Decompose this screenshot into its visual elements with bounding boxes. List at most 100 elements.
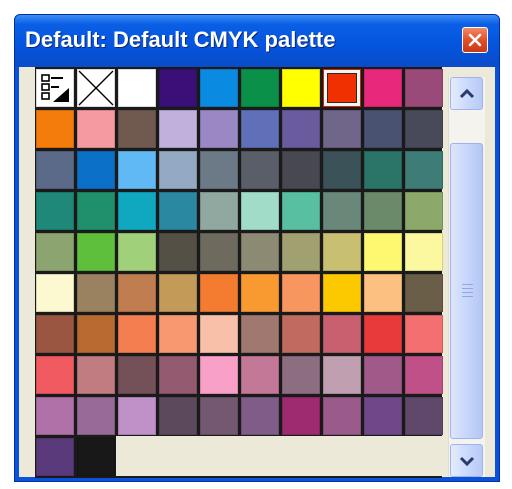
color-swatch[interactable] (405, 315, 443, 353)
color-swatch[interactable] (405, 356, 443, 394)
color-swatch[interactable] (159, 151, 197, 189)
color-swatch[interactable] (77, 274, 115, 312)
color-swatch[interactable] (323, 274, 361, 312)
close-button[interactable] (462, 27, 488, 53)
color-swatch[interactable] (405, 151, 443, 189)
window-title: Default: Default CMYK palette (25, 27, 336, 52)
color-swatch[interactable] (241, 274, 279, 312)
color-swatch[interactable] (364, 69, 402, 107)
color-swatch[interactable] (118, 69, 156, 107)
color-swatch[interactable] (364, 233, 402, 271)
color-swatch[interactable] (36, 192, 74, 230)
color-swatch[interactable] (36, 315, 74, 353)
color-swatch[interactable] (200, 151, 238, 189)
color-swatch[interactable] (282, 192, 320, 230)
color-swatch[interactable] (282, 69, 320, 107)
color-swatch[interactable] (364, 274, 402, 312)
color-swatch[interactable] (241, 356, 279, 394)
color-swatch[interactable] (159, 110, 197, 148)
color-swatch[interactable] (36, 274, 74, 312)
color-swatch[interactable] (323, 233, 361, 271)
color-swatch[interactable] (241, 315, 279, 353)
color-swatch[interactable] (405, 69, 443, 107)
color-swatch[interactable] (241, 151, 279, 189)
color-swatch[interactable] (77, 151, 115, 189)
scroll-thumb[interactable] (450, 143, 483, 439)
color-swatch[interactable] (241, 233, 279, 271)
color-swatch[interactable] (364, 356, 402, 394)
color-swatch[interactable] (323, 110, 361, 148)
color-swatch[interactable] (200, 315, 238, 353)
color-docker-swatch[interactable] (36, 69, 74, 107)
color-swatch[interactable] (36, 438, 74, 476)
color-swatch[interactable] (77, 438, 115, 476)
color-swatch[interactable] (364, 397, 402, 435)
color-swatch[interactable] (200, 110, 238, 148)
color-swatch[interactable] (323, 151, 361, 189)
color-swatch[interactable] (364, 192, 402, 230)
color-swatch[interactable] (159, 233, 197, 271)
color-swatch[interactable] (159, 69, 197, 107)
color-swatch[interactable] (323, 397, 361, 435)
color-swatch[interactable] (77, 356, 115, 394)
color-swatch[interactable] (405, 274, 443, 312)
color-swatch[interactable] (282, 233, 320, 271)
no-color-swatch[interactable] (77, 69, 115, 107)
color-swatch[interactable] (323, 315, 361, 353)
color-swatch[interactable] (118, 151, 156, 189)
color-swatch[interactable] (364, 315, 402, 353)
color-swatch[interactable] (77, 397, 115, 435)
color-swatch[interactable] (405, 233, 443, 271)
color-swatch[interactable] (241, 192, 279, 230)
color-swatch[interactable] (118, 356, 156, 394)
color-swatch[interactable] (36, 233, 74, 271)
color-swatch[interactable] (200, 233, 238, 271)
color-swatch[interactable] (118, 274, 156, 312)
color-swatch[interactable] (282, 151, 320, 189)
color-swatch[interactable] (200, 69, 238, 107)
color-swatch[interactable] (77, 315, 115, 353)
color-swatch[interactable] (200, 356, 238, 394)
color-swatch[interactable] (323, 69, 361, 107)
color-swatch[interactable] (118, 110, 156, 148)
color-swatch[interactable] (159, 192, 197, 230)
color-swatch[interactable] (36, 151, 74, 189)
color-swatch[interactable] (200, 274, 238, 312)
color-swatch[interactable] (36, 110, 74, 148)
scroll-up-button[interactable] (450, 77, 483, 110)
color-swatch[interactable] (159, 274, 197, 312)
palette-window: Default: Default CMYK palette (14, 14, 500, 482)
color-swatch[interactable] (405, 397, 443, 435)
color-swatch[interactable] (36, 397, 74, 435)
vertical-scrollbar[interactable] (448, 77, 485, 477)
color-swatch[interactable] (364, 110, 402, 148)
color-swatch[interactable] (405, 192, 443, 230)
color-swatch[interactable] (323, 192, 361, 230)
color-swatch[interactable] (159, 397, 197, 435)
color-swatch[interactable] (77, 192, 115, 230)
color-swatch[interactable] (405, 110, 443, 148)
color-swatch[interactable] (282, 356, 320, 394)
color-swatch[interactable] (364, 151, 402, 189)
color-swatch[interactable] (241, 69, 279, 107)
color-swatch[interactable] (241, 110, 279, 148)
color-swatch[interactable] (77, 110, 115, 148)
color-swatch[interactable] (118, 397, 156, 435)
color-swatch[interactable] (159, 315, 197, 353)
color-swatch[interactable] (118, 315, 156, 353)
color-swatch[interactable] (159, 356, 197, 394)
color-swatch[interactable] (282, 110, 320, 148)
color-swatch[interactable] (200, 397, 238, 435)
color-swatch[interactable] (241, 397, 279, 435)
color-swatch[interactable] (118, 233, 156, 271)
color-swatch[interactable] (36, 356, 74, 394)
scroll-down-button[interactable] (450, 444, 483, 477)
color-swatch[interactable] (118, 192, 156, 230)
color-swatch[interactable] (282, 274, 320, 312)
color-swatch[interactable] (200, 192, 238, 230)
color-swatch[interactable] (77, 233, 115, 271)
title-bar[interactable]: Default: Default CMYK palette (15, 15, 499, 67)
color-swatch[interactable] (323, 356, 361, 394)
color-swatch[interactable] (282, 315, 320, 353)
color-swatch[interactable] (282, 397, 320, 435)
